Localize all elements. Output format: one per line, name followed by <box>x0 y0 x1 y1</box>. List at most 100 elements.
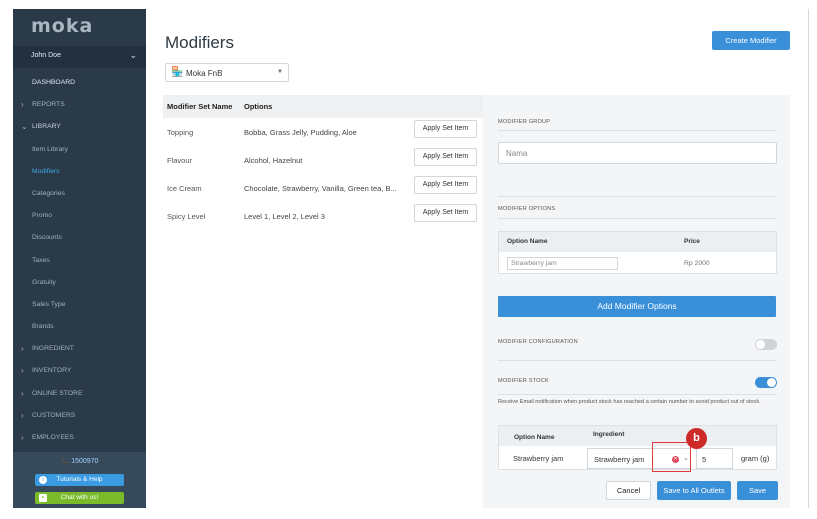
col-options: Options <box>244 102 273 111</box>
chevron-right-icon: › <box>21 100 24 110</box>
sidebar-item-library[interactable]: ⌄ LIBRARY <box>13 116 146 138</box>
save-all-outlets-button[interactable]: Save to All Outlets <box>657 481 731 500</box>
tutorials-button[interactable]: i Tutorials & Help <box>35 474 124 486</box>
modifier-options-text: Level 1, Level 2, Level 3 <box>244 212 325 221</box>
toggle-knob <box>756 340 765 349</box>
user-menu[interactable]: John Doe ⌄ <box>13 46 146 68</box>
sidebar-item-label: Promo <box>32 212 53 220</box>
unit-label: gram (g) <box>741 454 770 463</box>
sidebar-item-label: CUSTOMERS <box>32 411 76 419</box>
modifier-name-input[interactable]: Nama <box>498 142 777 164</box>
modifier-options-text: Alcohol, Hazelnut <box>244 156 303 165</box>
sidebar-item-label: INVENTORY <box>32 367 72 375</box>
modifier-table-header: Modifier Set Name Options <box>163 95 483 118</box>
sidebar-item-discounts[interactable]: Discounts <box>13 227 146 249</box>
annotation-badge: b <box>686 428 707 449</box>
modifier-options-label: MODIFIER OPTIONS <box>498 206 556 212</box>
sidebar-item-label: Modifiers <box>32 167 60 175</box>
sidebar-item-label: Discounts <box>32 234 62 242</box>
page-title: Modifiers <box>165 33 234 52</box>
modifier-configuration-label: MODIFIER CONFIGURATION <box>498 339 578 345</box>
sidebar-item-label: Sales Type <box>32 300 66 308</box>
sidebar-item-label: Gratuity <box>32 278 56 286</box>
modifier-stock-table: Option Name Ingredient Strawberry jam St… <box>498 425 777 470</box>
sidebar-item-inventory[interactable]: › INVENTORY <box>13 360 146 382</box>
sidebar: moka John Doe ⌄ DASHBOARD › REPORTS ⌄ LIBRAR… <box>13 9 146 508</box>
sidebar-item-ingredient[interactable]: › INGREDIENT <box>13 338 146 360</box>
configuration-toggle[interactable] <box>755 339 777 350</box>
chevron-down-icon: ⌄ <box>21 122 28 132</box>
col-price: Price <box>684 238 700 245</box>
stock-notice: Receive Email notification when product … <box>498 399 761 405</box>
sidebar-item-label: EMPLOYEES <box>32 434 74 441</box>
moka-logo: moka <box>31 15 94 37</box>
store-icon: 🏪 <box>171 67 184 78</box>
stock-toggle[interactable] <box>755 377 777 388</box>
divider <box>498 218 776 219</box>
chevron-right-icon: › <box>21 366 24 376</box>
ingredient-value: Strawberry jam <box>594 455 645 464</box>
col-option-name: Option Name <box>514 434 555 441</box>
sidebar-item-brands[interactable]: Brands <box>13 316 146 338</box>
support-phone[interactable]: 📞 1500970 <box>13 457 146 465</box>
caret-down-icon: ▼ <box>277 69 283 75</box>
sidebar-item-label: LIBRARY <box>32 123 61 131</box>
sidebar-item-gratuity[interactable]: Gratuity <box>13 272 146 294</box>
apply-set-item-button[interactable]: Apply Set Item <box>414 120 477 138</box>
chat-icon: ▪ <box>39 494 47 502</box>
sidebar-item-label: Taxes <box>32 256 50 264</box>
stock-table-header: Option Name Ingredient <box>499 426 776 446</box>
table-row[interactable]: Spicy Level Level 1, Level 2, Level 3 Appl… <box>163 203 483 231</box>
sidebar-item-label: Item Library <box>32 145 68 153</box>
apply-set-item-button[interactable]: Apply Set Item <box>414 148 477 166</box>
cancel-button[interactable]: Cancel <box>606 481 651 500</box>
tutorials-label: Tutorials & Help <box>56 476 103 483</box>
stock-option-name: Strawberry jam <box>513 454 564 463</box>
outlet-select[interactable]: 🏪 Moka FnB ▼ <box>165 63 289 82</box>
modifier-stock-label: MODIFIER STOCK <box>498 378 549 384</box>
sidebar-item-taxes[interactable]: Taxes <box>13 250 146 272</box>
modifier-options-text: Bobba, Grass Jelly, Pudding, Aloe <box>244 128 357 137</box>
chevron-down-icon: ⌄ <box>129 50 137 60</box>
sidebar-item-online-store[interactable]: › ONLINE STORE <box>13 383 146 405</box>
scrollbar[interactable] <box>808 9 809 508</box>
table-row[interactable]: Ice Cream Chocolate, Strawberry, Vanilla,… <box>163 175 483 203</box>
save-button[interactable]: Save <box>737 481 778 500</box>
add-modifier-options-button[interactable]: Add Modifier Options <box>498 296 776 317</box>
sidebar-item-label: DASHBOARD <box>32 79 76 86</box>
table-row[interactable]: Flavour Alcohol, Hazelnut Apply Set Item <box>163 147 483 175</box>
sidebar-item-categories[interactable]: Categories <box>13 183 146 205</box>
sidebar-item-label: ONLINE STORE <box>32 389 83 397</box>
col-ingredient: Ingredient <box>593 431 625 438</box>
option-price[interactable]: Rp 2000 <box>684 260 710 267</box>
apply-set-item-button[interactable]: Apply Set Item <box>414 204 477 222</box>
option-name-input[interactable]: Strawberry jam <box>507 257 618 270</box>
sidebar-item-item-library[interactable]: Item Library <box>13 139 146 161</box>
chevron-right-icon: › <box>21 410 24 420</box>
sidebar-item-reports[interactable]: › REPORTS <box>13 94 146 116</box>
modifier-set-name: Topping <box>167 128 194 137</box>
divider <box>498 130 776 131</box>
sidebar-item-modifiers[interactable]: Modifiers <box>13 161 146 183</box>
col-modifier-set-name: Modifier Set Name <box>167 102 233 111</box>
chat-button[interactable]: ▪ Chat with us! <box>35 492 124 504</box>
table-row[interactable]: Topping Bobba, Grass Jelly, Pudding, Aloe… <box>163 119 483 147</box>
sidebar-item-customers[interactable]: › CUSTOMERS <box>13 405 146 427</box>
outlet-value: Moka FnB <box>186 69 223 78</box>
options-table-header: Option Name Price <box>499 232 776 252</box>
user-name: John Doe <box>31 52 61 59</box>
divider <box>498 394 776 395</box>
sidebar-item-sales-type[interactable]: Sales Type <box>13 294 146 316</box>
create-modifier-button[interactable]: Create Modifier <box>712 31 790 50</box>
sidebar-item-label: Brands <box>32 323 54 331</box>
sidebar-item-employees[interactable]: › EMPLOYEES <box>13 427 146 449</box>
sidebar-item-promo[interactable]: Promo <box>13 205 146 227</box>
modifier-group-label: MODIFIER GROUP <box>498 119 551 125</box>
chevron-right-icon: › <box>21 433 24 442</box>
sidebar-item-dashboard[interactable]: DASHBOARD <box>13 72 146 94</box>
modifier-options-text: Chocolate, Strawberry, Vanilla, Green te… <box>244 184 397 193</box>
chevron-right-icon: › <box>21 344 24 354</box>
sidebar-item-label: REPORTS <box>32 101 65 109</box>
apply-set-item-button[interactable]: Apply Set Item <box>414 176 477 194</box>
quantity-input[interactable]: 5 <box>696 448 733 469</box>
